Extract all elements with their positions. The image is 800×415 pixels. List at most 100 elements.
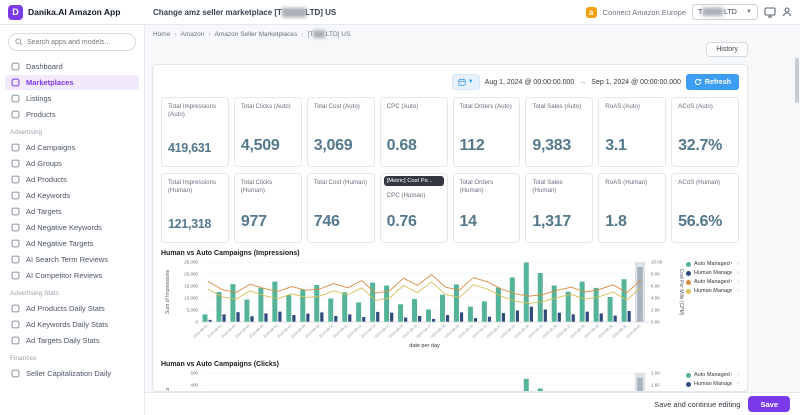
legend-item[interactable]: Auto Managed Ca... › bbox=[686, 372, 739, 378]
metric-label: ACoS (Human) bbox=[678, 179, 721, 186]
sidebar-item-products[interactable]: Products bbox=[5, 107, 139, 122]
impressions-chart[interactable]: 25,000 10.00 20,000 8.00 15,000 6.00 10,000 4.0… bbox=[161, 259, 686, 354]
sidebar-item-label: Ad Negative Keywords bbox=[26, 223, 102, 232]
metric-card: RoAS (Human) 1.8 bbox=[598, 173, 667, 243]
start-date[interactable]: Aug 1, 2024 @ 00:00:00.000 bbox=[485, 79, 575, 86]
products-icon bbox=[11, 110, 20, 119]
metric-value: 0.76 bbox=[386, 213, 417, 230]
legend-item-label: Human Manage... bbox=[694, 288, 732, 294]
sidebar-item-ad-groups[interactable]: Ad Groups bbox=[5, 156, 139, 171]
sidebar-item-ai-competitor-reviews[interactable]: AI Competitor Reviews bbox=[5, 268, 139, 283]
sidebar-item-ad-keywords-daily-stats[interactable]: Ad Keywords Daily Stats bbox=[5, 317, 139, 332]
legend-item[interactable]: Human Managed... › bbox=[686, 381, 739, 387]
ai-search-term-reviews-icon bbox=[11, 255, 20, 264]
legend-item-label: Human Manage... bbox=[694, 270, 732, 276]
scrollbar-thumb[interactable] bbox=[795, 58, 799, 103]
metric-card: Total Impressions (Auto) 419,631 bbox=[161, 97, 229, 167]
display-monitor-icon[interactable] bbox=[764, 6, 776, 18]
legend-dot-icon bbox=[686, 381, 691, 387]
legend-item[interactable]: Human Manage... › bbox=[686, 270, 739, 276]
impressions-chart-legend: Auto Managed C...›Human Manage...›Auto M… bbox=[686, 259, 739, 354]
chevron-right-icon: › bbox=[737, 279, 739, 285]
metric-card: [Metric] Cost Pe... CPC (Human) 0.76 bbox=[379, 173, 448, 243]
chevron-right-icon: › bbox=[737, 372, 739, 378]
svg-text:2.00: 2.00 bbox=[651, 308, 660, 313]
user-icon[interactable] bbox=[782, 7, 792, 17]
metric-value: 4,509 bbox=[240, 137, 280, 154]
metric-value: 746 bbox=[313, 213, 340, 230]
metrics-grid: Total Impressions (Auto) 419,631 Total Cli… bbox=[161, 97, 739, 243]
refresh-button[interactable]: Refresh bbox=[685, 74, 739, 90]
save-continue-button[interactable]: Save and continue editing bbox=[654, 400, 740, 409]
metric-label: CPC (Human) bbox=[386, 192, 426, 199]
impressions-chart-title: Human vs Auto Campaigns (Impressions) bbox=[161, 250, 300, 257]
app-logo-icon: D bbox=[8, 4, 23, 20]
legend-dot-icon bbox=[686, 288, 691, 294]
save-button[interactable]: Save bbox=[748, 396, 790, 412]
sidebar-item-label: Products bbox=[26, 110, 56, 119]
svg-text:5,000: 5,000 bbox=[187, 308, 199, 313]
legend-item[interactable]: Auto Managed C... › bbox=[686, 279, 739, 285]
sidebar-item-marketplaces[interactable]: Marketplaces bbox=[5, 75, 139, 90]
amazon-icon: a bbox=[585, 6, 597, 18]
sidebar-item-label: Ad Targets bbox=[26, 207, 62, 216]
metric-value: 32.7% bbox=[678, 137, 722, 154]
breadcrumb-item[interactable]: Home bbox=[153, 31, 170, 38]
sidebar-item-ad-negative-targets[interactable]: Ad Negative Targets bbox=[5, 236, 139, 251]
clicks-chart-title: Human vs Auto Campaigns (Clicks) bbox=[161, 361, 279, 368]
sidebar-item-ad-keywords[interactable]: Ad Keywords bbox=[5, 188, 139, 203]
sidebar-item-dashboard[interactable]: Dashboard bbox=[5, 59, 139, 74]
chart-canvas: 25,000 10.00 20,000 8.00 15,000 6.00 10,000 4.0… bbox=[165, 260, 684, 349]
history-button[interactable]: History bbox=[706, 42, 748, 57]
metric-label: Total Cost (Auto) bbox=[313, 103, 360, 110]
sidebar-item-ad-negative-keywords[interactable]: Ad Negative Keywords bbox=[5, 220, 139, 235]
legend-item-label: Auto Managed Ca... bbox=[694, 372, 732, 378]
chevron-right-icon: › bbox=[737, 261, 739, 267]
ad-negative-targets-icon bbox=[11, 239, 20, 248]
breadcrumb-separator: › bbox=[208, 31, 211, 38]
sidebar-item-seller-capitalization-daily[interactable]: Seller Capitalization Daily bbox=[5, 366, 139, 381]
legend-item[interactable]: Auto Managed C... › bbox=[686, 261, 739, 267]
legend-item[interactable]: Human Manage... › bbox=[686, 288, 739, 294]
sidebar-item-label: Ad Negative Targets bbox=[26, 239, 94, 248]
end-date[interactable]: Sep 1, 2024 @ 00:00:00.000 bbox=[591, 79, 681, 86]
legend-dot-icon bbox=[686, 261, 691, 267]
clicks-chart[interactable]: 5002.004001.603001.202000.801000.4000.00… bbox=[161, 370, 686, 391]
metric-card: Total Sales (Human) 1,317 bbox=[525, 173, 594, 243]
sidebar-nav: Dashboard Marketplaces Listings Products Adv… bbox=[0, 59, 144, 381]
sidebar-item-label: Listings bbox=[26, 94, 52, 103]
metric-value: 56.6% bbox=[678, 213, 722, 230]
page-title: Change amz seller marketplace [T █████ LT… bbox=[153, 0, 336, 25]
sidebar-item-listings[interactable]: Listings bbox=[5, 91, 139, 106]
sidebar-item-ad-campaigns[interactable]: Ad Campaigns bbox=[5, 140, 139, 155]
sidebar-item-ad-targets[interactable]: Ad Targets bbox=[5, 204, 139, 219]
vertical-scrollbar[interactable] bbox=[795, 28, 799, 413]
ad-products-daily-stats-icon bbox=[11, 304, 20, 313]
breadcrumb-item[interactable]: Amazon Seller Marketplaces bbox=[215, 31, 298, 38]
search-input[interactable] bbox=[27, 38, 129, 46]
metric-card: Total Orders (Human) 14 bbox=[452, 173, 521, 243]
svg-text:date per day: date per day bbox=[409, 343, 440, 349]
metric-card: ACoS (Auto) 32.7% bbox=[671, 97, 739, 167]
clicks-chart-legend: Auto Managed Ca... › Human Managed... › bbox=[686, 370, 739, 391]
svg-text:1.60: 1.60 bbox=[651, 383, 660, 388]
calendar-button[interactable]: ▼ bbox=[451, 74, 480, 90]
svg-text:0.00: 0.00 bbox=[651, 320, 660, 325]
dashboard-card: ▼ Aug 1, 2024 @ 00:00:00.000 → Sep 1, 20… bbox=[152, 64, 748, 392]
sidebar-item-ad-products[interactable]: Ad Products bbox=[5, 172, 139, 187]
app-title: Danika.AI Amazon App bbox=[28, 7, 121, 17]
ad-keywords-daily-stats-icon bbox=[11, 320, 20, 329]
breadcrumb-item[interactable]: Amazon bbox=[181, 31, 205, 38]
sidebar-item-ai-search-term-reviews[interactable]: AI Search Term Reviews bbox=[5, 252, 139, 267]
account-dropdown[interactable]: T█████ LTD ▼ bbox=[692, 4, 758, 20]
sidebar-item-label: Ad Products bbox=[26, 175, 67, 184]
connect-amazon-link[interactable]: Connect Amazon Europe bbox=[603, 8, 686, 17]
metric-card: Total Clicks (Auto) 4,509 bbox=[233, 97, 302, 167]
svg-text:400: 400 bbox=[190, 383, 198, 388]
metric-row: Total Impressions (Auto) 419,631 Total Cli… bbox=[161, 97, 739, 167]
refresh-icon bbox=[694, 78, 702, 86]
sidebar-item-ad-products-daily-stats[interactable]: Ad Products Daily Stats bbox=[5, 301, 139, 316]
sidebar-item-ad-targets-daily-stats[interactable]: Ad Targets Daily Stats bbox=[5, 333, 139, 348]
metric-value: 419,631 bbox=[168, 141, 212, 155]
legend-dot-icon bbox=[686, 372, 691, 378]
